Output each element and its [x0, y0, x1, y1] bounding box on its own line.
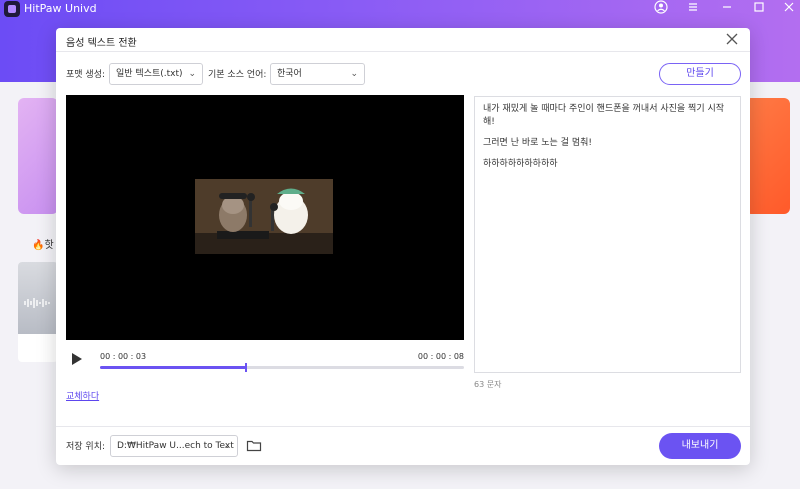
- chevron-down-icon: ⌄: [350, 69, 358, 79]
- transcript-textarea[interactable]: 내가 재밌게 놀 때마다 주인이 핸드폰을 꺼내서 사진을 찍기 시작해! 그러…: [474, 96, 741, 373]
- dialog-footer: 저장 위치: D:₩HitPaw U...ech to Text ⌄ 내보내기: [56, 426, 750, 465]
- character-count: 63 문자: [474, 380, 502, 389]
- progress-slider[interactable]: [100, 363, 464, 372]
- minimize-icon[interactable]: [720, 0, 734, 14]
- chevron-down-icon: ⌄: [223, 441, 231, 451]
- format-label: 포맷 생성:: [66, 70, 106, 80]
- save-location-select[interactable]: D:₩HitPaw U...ech to Text ⌄: [110, 435, 238, 457]
- feature-card-left: [18, 98, 58, 214]
- transcript-line: 그러면 난 바로 노는 걸 멈춰!: [483, 138, 592, 148]
- export-button[interactable]: 내보내기: [659, 433, 741, 459]
- player-controls: 00 : 00 : 03 00 : 00 : 08: [66, 340, 464, 376]
- replace-link[interactable]: 교체하다: [66, 389, 99, 402]
- hitpaw-logo-icon: [4, 1, 20, 17]
- close-icon[interactable]: [724, 32, 740, 48]
- menu-icon[interactable]: [686, 0, 700, 14]
- dialog-header: 음성 텍스트 전환: [56, 28, 750, 52]
- dialog-title: 음성 텍스트 전환: [66, 38, 137, 49]
- language-select[interactable]: 한국어 ⌄: [270, 63, 365, 85]
- transcript-line: 내가 재밌게 놀 때마다 주인이 핸드폰을 꺼내서 사진을 찍기 시작해!: [483, 104, 725, 127]
- chevron-down-icon: ⌄: [188, 69, 196, 79]
- save-path: D:₩HitPaw U...ech to Text: [117, 441, 234, 451]
- play-icon[interactable]: [72, 353, 82, 365]
- language-label: 기본 소스 언어:: [208, 70, 267, 80]
- video-preview[interactable]: [66, 95, 464, 340]
- make-button[interactable]: 만들기: [659, 63, 741, 85]
- background-thumbnail: [18, 262, 58, 362]
- save-location-label: 저장 위치:: [66, 442, 106, 452]
- close-window-icon[interactable]: [782, 0, 796, 14]
- current-time: 00 : 00 : 03: [100, 352, 147, 361]
- total-time: 00 : 00 : 08: [417, 352, 464, 361]
- progress-handle[interactable]: [244, 363, 247, 372]
- language-value: 한국어: [277, 69, 302, 79]
- format-select[interactable]: 일반 텍스트(.txt) ⌄: [109, 63, 203, 85]
- podcast-pets-image: [195, 179, 333, 254]
- transcript-line: 하하하하하하하하하: [483, 159, 558, 169]
- format-value: 일반 텍스트(.txt): [116, 69, 183, 79]
- maximize-icon[interactable]: [752, 0, 766, 14]
- waveform-icon: [24, 298, 50, 308]
- progress-fill: [100, 366, 246, 369]
- folder-icon[interactable]: [246, 437, 262, 453]
- hot-label: 🔥핫: [32, 240, 54, 251]
- app-title: HitPaw Univd: [24, 2, 97, 15]
- feature-card-right: [745, 98, 790, 214]
- video-thumbnail: [195, 179, 333, 254]
- account-icon[interactable]: [654, 0, 668, 14]
- speech-to-text-dialog: 음성 텍스트 전환 포맷 생성: 일반 텍스트(.txt) ⌄ 기본 소스 언어…: [56, 28, 750, 465]
